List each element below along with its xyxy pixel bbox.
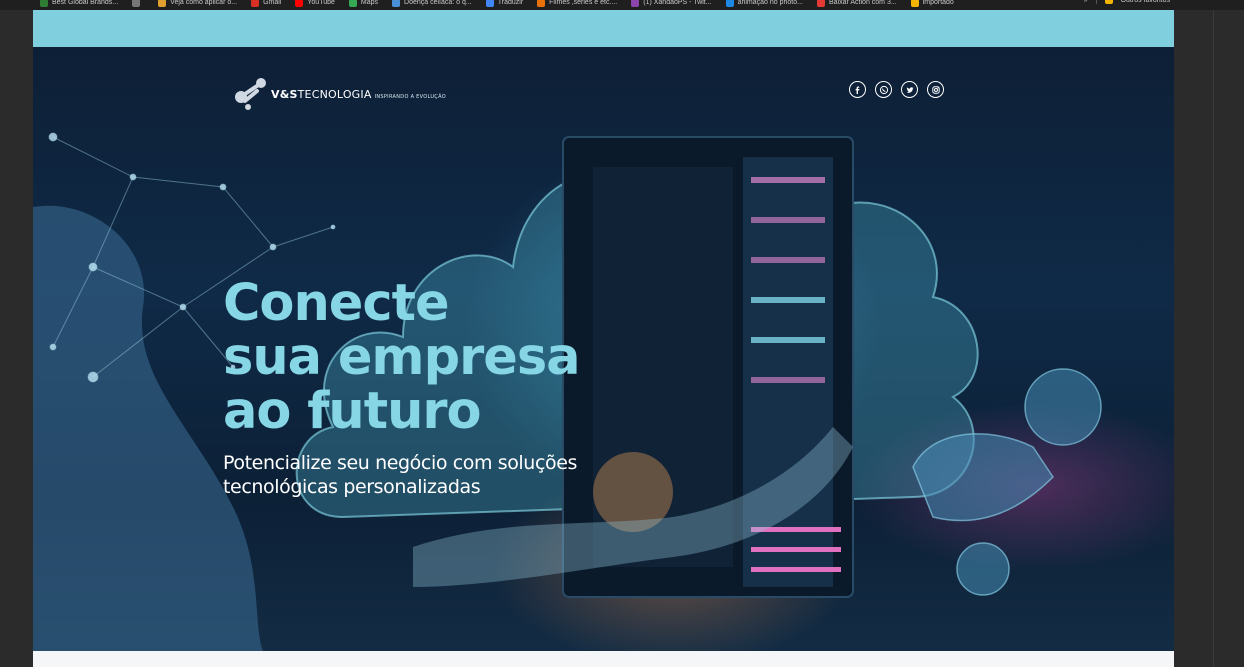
bookmark-favicon-icon xyxy=(132,0,141,7)
browser-left-margin xyxy=(0,10,33,667)
browser-right-margin xyxy=(1174,10,1244,667)
bookmark-item[interactable]: (1) XandaoPS - Twit... xyxy=(631,0,712,8)
bookmark-label: Best Global Brands... xyxy=(52,0,119,6)
bookmark-item[interactable]: Veja como aplicar o... xyxy=(158,0,237,8)
whatsapp-icon[interactable] xyxy=(875,81,892,98)
hero-section: V&STECNOLOGIA INSPIRANDO A EVOLUÇÃO Conec… xyxy=(33,47,1174,651)
bookmark-item[interactable]: Filmes ,séries e etc.... xyxy=(537,0,617,8)
bookmark-label: Doença celíaca: o q... xyxy=(404,0,472,6)
bookmark-favicon-icon xyxy=(910,0,919,7)
page-scrollbar[interactable] xyxy=(1213,10,1214,667)
bookmark-item[interactable]: YouTube xyxy=(295,0,335,8)
bookmark-item[interactable] xyxy=(132,0,144,7)
bookmark-favicon-icon xyxy=(348,0,357,7)
bookmark-item[interactable]: Maps xyxy=(348,0,379,8)
bookmark-label: animação no photo... xyxy=(737,0,803,6)
next-section-start xyxy=(33,651,1174,667)
bookmark-label: Baixar Action com 3... xyxy=(828,0,897,6)
server-light xyxy=(751,547,841,552)
bookmark-favicon-icon xyxy=(631,0,640,7)
bookmark-favicon-icon xyxy=(537,0,546,7)
subline-line: tecnológicas personalizadas xyxy=(223,476,481,498)
twitter-icon[interactable] xyxy=(901,81,918,98)
bookmark-label: importado xyxy=(922,0,954,6)
server-light xyxy=(751,377,825,383)
bookmark-item[interactable]: Baixar Action com 3... xyxy=(816,0,897,8)
bookmark-favicon-icon xyxy=(485,0,494,7)
server-light xyxy=(751,567,841,572)
bookmark-label: Veja como aplicar o... xyxy=(170,0,238,6)
other-bookmarks-button[interactable]: Outros favoritos xyxy=(1121,0,1170,4)
bookmark-item[interactable]: Traduzir xyxy=(485,0,524,8)
server-light xyxy=(751,257,825,263)
web-page: V&STECNOLOGIA INSPIRANDO A EVOLUÇÃO Conec… xyxy=(33,10,1174,667)
bookmark-item[interactable]: importado xyxy=(910,0,954,8)
brand-tagline: INSPIRANDO A EVOLUÇÃO xyxy=(374,93,446,100)
bookmark-item[interactable]: Best Global Brands... xyxy=(40,0,118,8)
top-color-band xyxy=(33,10,1174,47)
bookmark-favicon-icon xyxy=(816,0,825,7)
brand-name-rest: TECNOLOGIA xyxy=(297,87,372,101)
brand-name: V&STECNOLOGIA INSPIRANDO A EVOLUÇÃO xyxy=(271,88,446,101)
server-light xyxy=(751,337,825,343)
divider xyxy=(1095,0,1097,4)
social-links xyxy=(849,81,944,98)
bookmark-item[interactable]: Gmail xyxy=(251,0,281,8)
bookmark-favicon-icon xyxy=(725,0,734,7)
bookmarks-overflow: » Outros favoritos xyxy=(1084,0,1170,4)
bookmark-label: (1) XandaoPS - Twit... xyxy=(643,0,712,6)
bookmarks-overflow-button[interactable]: » xyxy=(1084,0,1088,4)
bookmark-label: Traduzir xyxy=(497,0,524,6)
instagram-icon[interactable] xyxy=(927,81,944,98)
hero-headline: Conecte sua empresa ao futuro xyxy=(223,274,581,441)
headline-line: sua empresa xyxy=(223,328,581,387)
bookmark-label: Filmes ,séries e etc.... xyxy=(549,0,618,6)
server-light xyxy=(751,217,825,223)
brand-logo[interactable]: V&STECNOLOGIA INSPIRANDO A EVOLUÇÃO xyxy=(233,77,446,111)
logo-mark-icon xyxy=(235,78,266,110)
headline-line: Conecte xyxy=(223,274,450,333)
subline-line: Potencialize seu negócio com soluções xyxy=(223,452,578,474)
server-light xyxy=(751,177,825,183)
bookmark-favicon-icon xyxy=(251,0,260,7)
bookmark-item[interactable]: animação no photo... xyxy=(725,0,803,8)
server-light xyxy=(751,297,825,303)
bookmarks-bar: Best Global Brands... Veja como aplicar o… xyxy=(0,0,1244,10)
hero-subheadline: Potencialize seu negócio com soluções te… xyxy=(223,451,577,499)
headline-line: ao futuro xyxy=(223,382,482,441)
bookmark-favicon-icon xyxy=(40,0,48,7)
bookmark-favicon-icon xyxy=(295,0,304,7)
bookmark-item[interactable]: Doença celíaca: o q... xyxy=(392,0,472,8)
facebook-icon[interactable] xyxy=(849,81,866,98)
brand-name-bold: V&S xyxy=(271,87,298,101)
bookmark-favicon-icon xyxy=(392,0,401,7)
bookmark-label: YouTube xyxy=(307,0,335,6)
bookmark-label: Maps xyxy=(360,0,379,6)
bookmark-label: Gmail xyxy=(263,0,282,6)
hero-illustration xyxy=(33,132,1102,651)
bookmark-favicon-icon xyxy=(158,0,167,7)
folder-icon xyxy=(1104,0,1113,4)
